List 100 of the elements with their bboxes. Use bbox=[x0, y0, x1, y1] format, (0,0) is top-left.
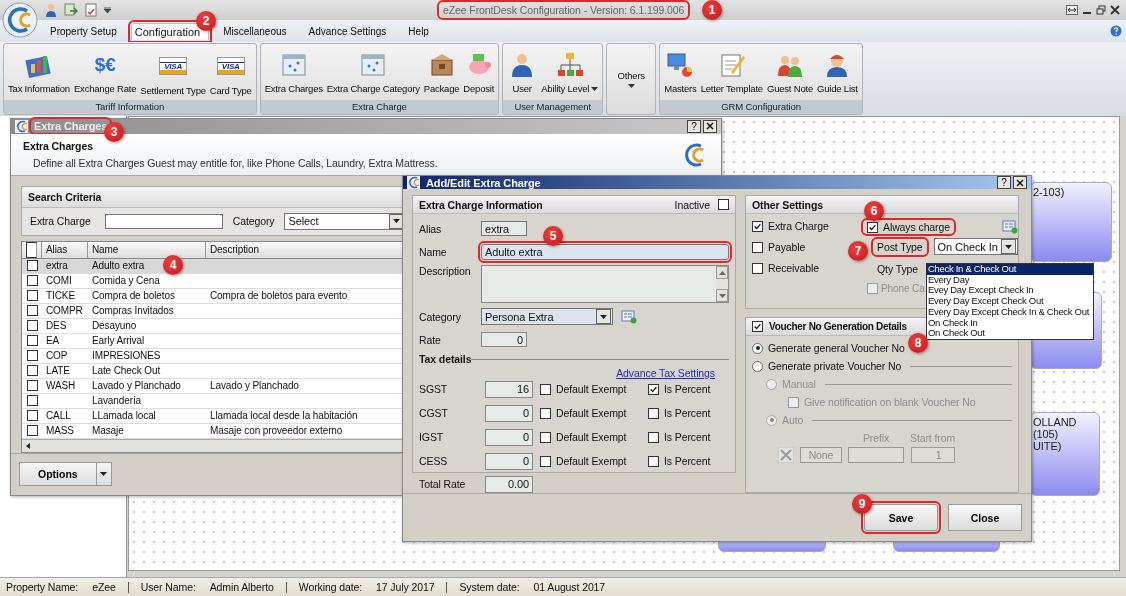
checkbox[interactable] bbox=[26, 320, 38, 332]
checkbox[interactable] bbox=[718, 199, 729, 210]
checkbox[interactable] bbox=[26, 350, 38, 362]
checkbox[interactable] bbox=[752, 262, 763, 274]
ribbon-button[interactable]: Deposit bbox=[461, 44, 497, 100]
section-heading: Extra Charges bbox=[23, 139, 94, 152]
list-option[interactable]: Every Day bbox=[927, 274, 1093, 286]
checkbox[interactable] bbox=[752, 241, 763, 253]
document-icon[interactable] bbox=[84, 3, 98, 17]
logo-icon bbox=[15, 119, 28, 133]
checkbox[interactable] bbox=[26, 410, 38, 422]
field-label: Category bbox=[232, 215, 275, 228]
ribbon-button[interactable]: Tax Information bbox=[6, 44, 72, 100]
checkbox[interactable] bbox=[752, 321, 763, 332]
checkbox[interactable] bbox=[648, 407, 659, 419]
list-option[interactable]: Check In & Check Out bbox=[927, 264, 1093, 275]
close-button[interactable] bbox=[703, 119, 717, 133]
checkbox[interactable] bbox=[540, 431, 551, 443]
checkbox[interactable] bbox=[867, 221, 878, 233]
scroll-up-icon[interactable] bbox=[718, 270, 726, 275]
description-field[interactable] bbox=[481, 265, 729, 303]
rate-field[interactable]: 0 bbox=[481, 332, 527, 347]
ribbon-button[interactable]: $€ Exchange Rate bbox=[71, 44, 139, 100]
menu-tab[interactable]: Property Setup bbox=[42, 23, 125, 39]
checkbox[interactable] bbox=[26, 335, 38, 347]
field-label: Post Type bbox=[874, 239, 926, 254]
checkbox[interactable] bbox=[540, 383, 551, 395]
total-rate-field[interactable]: 0.00 bbox=[485, 475, 533, 493]
checkbox-label: Always charge bbox=[883, 221, 950, 233]
checkbox[interactable] bbox=[752, 220, 763, 232]
list-option[interactable]: On Check In bbox=[927, 317, 1093, 329]
help-icon[interactable] bbox=[1110, 25, 1122, 37]
resize-icon[interactable] bbox=[1066, 5, 1078, 15]
radio-button[interactable] bbox=[752, 360, 763, 372]
input-field[interactable] bbox=[104, 213, 223, 229]
tax-field[interactable]: 0 bbox=[485, 428, 533, 446]
checkbox[interactable] bbox=[648, 431, 659, 443]
advance-tax-settings-link[interactable]: Advance Tax Settings bbox=[616, 367, 715, 379]
close-icon[interactable] bbox=[1110, 5, 1120, 15]
status-value: eZee bbox=[92, 581, 116, 593]
ribbon-button[interactable]: Ability Level bbox=[539, 44, 601, 100]
name-field[interactable]: Adulto extra bbox=[481, 243, 729, 260]
menu-tab[interactable]: Miscellaneous bbox=[215, 23, 295, 39]
caret-icon[interactable] bbox=[104, 7, 111, 13]
ribbon-button[interactable]: Guide List bbox=[815, 44, 860, 100]
ribbon-button[interactable]: Package bbox=[421, 44, 462, 100]
ribbon-button[interactable]: User bbox=[505, 44, 540, 100]
list-option[interactable]: Every Day Except Check Out bbox=[927, 296, 1093, 307]
tax-field[interactable]: 0 bbox=[485, 404, 533, 422]
ribbon-button[interactable]: VISA Settlement Type bbox=[138, 44, 208, 100]
ribbon-button[interactable]: VISA Card Type bbox=[207, 44, 254, 100]
table-cell: extra bbox=[46, 260, 68, 272]
checkbox[interactable] bbox=[26, 290, 38, 302]
checkbox[interactable] bbox=[26, 241, 37, 258]
list-option[interactable]: Evey Day Except Check In bbox=[927, 285, 1093, 297]
credit-card-icon: VISA bbox=[216, 57, 245, 75]
tax-field[interactable]: 0 bbox=[485, 452, 533, 470]
post-type-dropdown[interactable]: On Check In bbox=[933, 238, 1018, 255]
help-button[interactable]: ? bbox=[997, 176, 1011, 189]
ribbon-button[interactable]: Letter Template bbox=[698, 44, 765, 100]
checkbox[interactable] bbox=[26, 275, 38, 287]
checkbox[interactable] bbox=[648, 455, 659, 467]
ribbon-button[interactable]: Others bbox=[605, 70, 657, 88]
checkbox[interactable] bbox=[540, 455, 551, 467]
category-dropdown[interactable]: Persona Extra bbox=[481, 308, 613, 325]
list-option[interactable]: On Check Out bbox=[927, 328, 1093, 339]
ribbon-button[interactable]: Extra Charge Category bbox=[324, 44, 422, 100]
list-add-icon[interactable] bbox=[621, 309, 637, 324]
column-header[interactable]: Alias bbox=[42, 241, 88, 258]
alias-field[interactable]: extra bbox=[481, 221, 527, 236]
checkbox[interactable] bbox=[26, 425, 38, 437]
tax-field[interactable]: 16 bbox=[485, 380, 533, 398]
prefix-field[interactable] bbox=[848, 447, 904, 463]
menu-tab[interactable]: Advance Settings bbox=[300, 23, 395, 39]
table-cell: Compras Invitados bbox=[92, 305, 174, 317]
dialog-button[interactable]: Save bbox=[864, 504, 938, 531]
checkbox[interactable] bbox=[26, 305, 38, 317]
checkbox[interactable] bbox=[648, 383, 659, 395]
help-button[interactable]: ? bbox=[687, 119, 701, 133]
room-card[interactable]: OLLAND (105) UITE) bbox=[1030, 412, 1100, 496]
room-card[interactable]: 2-103) bbox=[1030, 182, 1112, 262]
checkbox[interactable] bbox=[26, 395, 38, 407]
ribbon-button[interactable]: Extra Charges bbox=[262, 44, 325, 100]
checkbox[interactable] bbox=[26, 260, 38, 272]
restore-icon[interactable] bbox=[1096, 5, 1106, 15]
radio-button[interactable] bbox=[752, 342, 763, 354]
radio-label: Generate private Voucher No bbox=[768, 360, 902, 372]
list-add-icon[interactable] bbox=[1001, 220, 1018, 234]
ribbon-button[interactable]: Guest Note bbox=[764, 44, 815, 100]
menu-tab[interactable]: Help bbox=[400, 23, 437, 39]
checkbox[interactable] bbox=[540, 407, 551, 419]
user-icon[interactable] bbox=[44, 3, 58, 17]
dialog-button[interactable]: Close bbox=[948, 504, 1022, 531]
options-button[interactable]: Options bbox=[19, 462, 112, 487]
checkbox[interactable] bbox=[26, 365, 38, 377]
close-button[interactable] bbox=[1013, 176, 1027, 189]
list-option[interactable]: Every Day Except Check In & Check Out bbox=[927, 306, 1093, 318]
ribbon-button[interactable]: Masters bbox=[662, 44, 699, 100]
scroll-down-icon[interactable] bbox=[718, 293, 726, 298]
checkbox[interactable] bbox=[26, 380, 38, 392]
